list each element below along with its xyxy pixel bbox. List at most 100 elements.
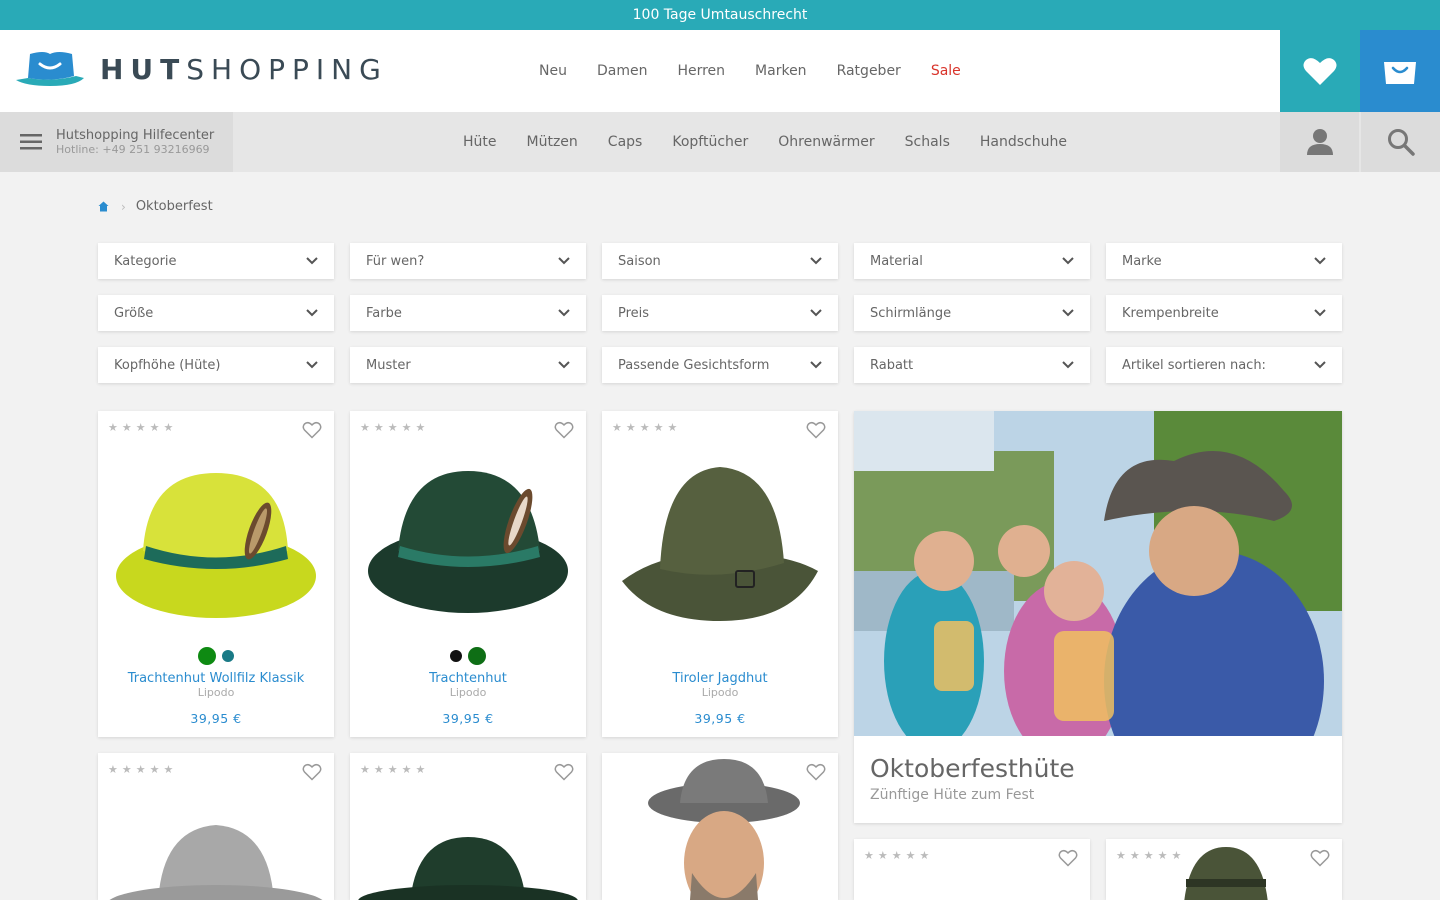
product-card[interactable]: ★★★★★ (98, 753, 334, 900)
wishlist-heart-icon[interactable] (302, 421, 322, 439)
cart-button[interactable] (1360, 30, 1440, 112)
product-name[interactable]: Trachtenhut Wollfilz Klassik (98, 671, 334, 686)
swatch-green[interactable] (198, 647, 216, 665)
hat-logo-icon (16, 52, 84, 86)
product-image[interactable] (98, 451, 334, 641)
product-card[interactable]: ★★★★★ (854, 839, 1090, 900)
chevron-down-icon (810, 309, 822, 317)
category-huete[interactable]: Hüte (448, 134, 512, 150)
chevron-down-icon (1062, 257, 1074, 265)
chevron-down-icon (558, 257, 570, 265)
category-muetzen[interactable]: Mützen (512, 134, 593, 150)
filter-preis[interactable]: Preis (602, 295, 838, 331)
product-brand: Lipodo (701, 686, 739, 699)
search-button[interactable] (1361, 112, 1440, 172)
category-ohrenwaermer[interactable]: Ohrenwärmer (763, 134, 889, 150)
product-card[interactable]: ★★★★★ Trachtenhut Lipodo 39,95 € (350, 411, 586, 737)
help-hotline: Hotline: +49 251 93216969 (56, 143, 210, 156)
product-card[interactable]: ★★★★★ Tiroler Jagdhut Lipodo 39,95 € (602, 411, 838, 737)
home-icon[interactable] (98, 201, 109, 212)
category-kopftuecher[interactable]: Kopftücher (657, 134, 763, 150)
help-title: Hutshopping Hilfecenter (56, 128, 215, 143)
filter-material[interactable]: Material (854, 243, 1090, 279)
promo-subtitle: Zünftige Hüte zum Fest (870, 787, 1035, 803)
menu-icon (20, 134, 42, 150)
chevron-down-icon (1062, 309, 1074, 317)
chevron-down-icon (306, 361, 318, 369)
promo-text: 100 Tage Umtauschrecht (632, 7, 808, 23)
filter-muster[interactable]: Muster (350, 347, 586, 383)
category-handschuhe[interactable]: Handschuhe (965, 134, 1082, 150)
promo-photo[interactable] (854, 411, 1342, 736)
nav-neu[interactable]: Neu (524, 63, 582, 79)
product-image[interactable] (1176, 843, 1276, 900)
product-image[interactable] (602, 451, 838, 641)
site-header: HUTSHOPPING Neu Damen Herren Marken Ratg… (0, 30, 1440, 112)
product-name[interactable]: Tiroler Jagdhut (602, 671, 838, 686)
chevron-down-icon (1314, 309, 1326, 317)
product-brand: Lipodo (197, 686, 235, 699)
filter-farbe[interactable]: Farbe (350, 295, 586, 331)
filter-schirmlaenge[interactable]: Schirmlänge (854, 295, 1090, 331)
product-price: 39,95 € (190, 711, 242, 726)
nav-herren[interactable]: Herren (662, 63, 740, 79)
wishlist-heart-icon[interactable] (554, 763, 574, 781)
product-card[interactable]: ★★★★★ (350, 753, 586, 900)
product-price: 39,95 € (694, 711, 746, 726)
wishlist-button[interactable] (1280, 30, 1360, 112)
swatch-green[interactable] (468, 647, 486, 665)
filter-kategorie[interactable]: Kategorie (98, 243, 334, 279)
swatch-black[interactable] (450, 650, 462, 662)
filter-krempenbreite[interactable]: Krempenbreite (1106, 295, 1342, 331)
wishlist-heart-icon[interactable] (302, 763, 322, 781)
wishlist-heart-icon[interactable] (554, 421, 574, 439)
wishlist-heart-icon[interactable] (1310, 849, 1330, 867)
wishlist-heart-icon[interactable] (1058, 849, 1078, 867)
wishlist-heart-icon[interactable] (806, 421, 826, 439)
chevron-down-icon (1314, 361, 1326, 369)
chevron-down-icon (1314, 257, 1326, 265)
product-image[interactable] (98, 813, 334, 900)
chevron-down-icon (810, 257, 822, 265)
logo-wordmark: HUTSHOPPING (100, 52, 388, 86)
color-swatches (350, 647, 586, 665)
filter-marke[interactable]: Marke (1106, 243, 1342, 279)
chevron-down-icon (558, 361, 570, 369)
promo-oktoberfest[interactable]: Oktoberfesthüte Zünftige Hüte zum Fest (854, 411, 1342, 823)
filter-gesichtsform[interactable]: Passende Gesichtsform (602, 347, 838, 383)
product-image[interactable] (602, 753, 838, 900)
product-name[interactable]: Trachtenhut (350, 671, 586, 686)
product-brand: Lipodo (449, 686, 487, 699)
filter-rabatt[interactable]: Rabatt (854, 347, 1090, 383)
product-image[interactable] (350, 451, 586, 641)
category-caps[interactable]: Caps (593, 134, 658, 150)
filter-groesse[interactable]: Größe (98, 295, 334, 331)
filter-fuer-wen[interactable]: Für wen? (350, 243, 586, 279)
sort-select[interactable]: Artikel sortieren nach: (1106, 347, 1342, 383)
site-logo[interactable]: HUTSHOPPING (14, 50, 388, 88)
bag-icon (1384, 62, 1416, 84)
category-schals[interactable]: Schals (890, 134, 965, 150)
promo-title: Oktoberfesthüte (870, 754, 1075, 783)
chevron-down-icon (306, 257, 318, 265)
nav-damen[interactable]: Damen (582, 63, 662, 79)
nav-sale[interactable]: Sale (916, 63, 976, 79)
search-icon (1387, 129, 1415, 156)
category-nav: Hüte Mützen Caps Kopftücher Ohrenwärmer … (448, 112, 1082, 172)
filter-saison[interactable]: Saison (602, 243, 838, 279)
filter-kopfhoehe[interactable]: Kopfhöhe (Hüte) (98, 347, 334, 383)
nav-ratgeber[interactable]: Ratgeber (822, 63, 916, 79)
account-button[interactable] (1280, 112, 1359, 172)
product-card[interactable]: ★★★★★ (1106, 839, 1342, 900)
chevron-down-icon (306, 309, 318, 317)
product-image[interactable] (350, 833, 586, 900)
chevron-right-icon: › (121, 199, 126, 214)
help-center[interactable]: Hutshopping Hilfecenter Hotline: +49 251… (0, 112, 233, 172)
product-card[interactable] (602, 753, 838, 900)
swatch-teal[interactable] (222, 650, 234, 662)
rating-stars: ★★★★★ (108, 763, 178, 776)
nav-marken[interactable]: Marken (740, 63, 822, 79)
product-card[interactable]: ★★★★★ Trachtenhut Wollfilz Klassik Lipod… (98, 411, 334, 737)
breadcrumb-current: Oktoberfest (135, 199, 213, 214)
rating-stars: ★★★★★ (360, 421, 430, 434)
